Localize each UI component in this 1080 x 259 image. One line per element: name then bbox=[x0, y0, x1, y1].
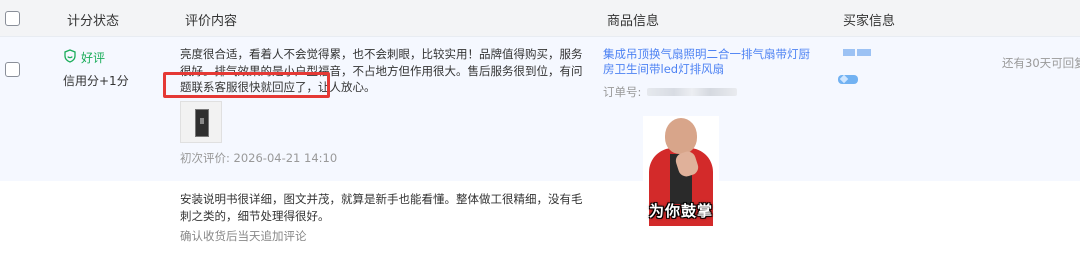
append-review-text: 安装说明书很详细，图文并茂，就算是新手也能看懂。整体做工很精细，没有毛刺之类的，… bbox=[180, 192, 583, 223]
product-photo bbox=[195, 109, 209, 137]
product-name-link[interactable]: 集成吊顶换气扇照明二合一排气扇带灯厨房卫生间带led灯排风扇 bbox=[603, 47, 818, 77]
column-score-status: 计分状态 bbox=[67, 14, 120, 29]
credit-score: 信用分+1分 bbox=[63, 74, 129, 88]
applause-meme-sticker: 为你鼓掌 bbox=[643, 116, 719, 226]
append-review-row: 安装说明书很详细，图文并茂，就算是新手也能看懂。整体做工很精细，没有毛刺之类的，… bbox=[0, 181, 1080, 259]
diamond-badge-icon bbox=[838, 75, 858, 84]
reply-deadline: 还有30天可回复 bbox=[1002, 56, 1080, 70]
order-label: 订单号: bbox=[603, 85, 642, 99]
rating-label: 好评 bbox=[81, 51, 106, 65]
select-all-checkbox[interactable] bbox=[5, 11, 20, 26]
order-number: 订单号: bbox=[603, 84, 738, 100]
review-image-thumbnail[interactable] bbox=[180, 101, 222, 143]
column-buyer-info: 买家信息 bbox=[843, 14, 896, 29]
column-product-info: 商品信息 bbox=[607, 14, 660, 29]
meme-head bbox=[665, 118, 697, 154]
smile-shield-icon bbox=[63, 49, 77, 66]
review-row: 好评 信用分+1分 亮度很合适，看着人不会觉得累，也不会刺眼，比较实用！品牌值得… bbox=[0, 36, 1080, 181]
table-header: 计分状态 评价内容 商品信息 买家信息 bbox=[0, 0, 1080, 36]
highlight-box bbox=[163, 72, 330, 98]
column-review-content: 评价内容 bbox=[185, 14, 238, 29]
buyer-avatar[interactable] bbox=[843, 49, 873, 64]
order-number-masked bbox=[647, 88, 738, 96]
append-review-note: 确认收货后当天追加评论 bbox=[180, 229, 307, 243]
rating-status: 好评 bbox=[63, 49, 105, 66]
first-review-time: 初次评价: 2026-04-21 14:10 bbox=[180, 151, 338, 165]
meme-caption: 为你鼓掌 bbox=[648, 202, 713, 220]
row-checkbox[interactable] bbox=[5, 62, 20, 77]
